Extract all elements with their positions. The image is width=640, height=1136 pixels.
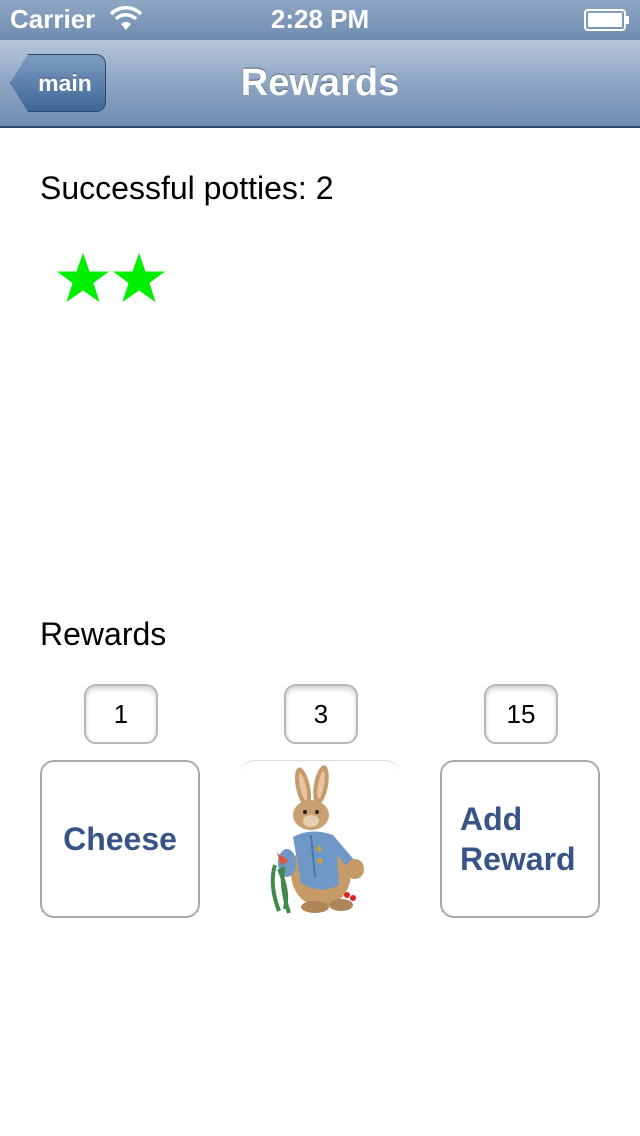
page-title: Rewards	[240, 62, 400, 104]
add-reward-button[interactable]: Add Reward	[440, 760, 600, 918]
successful-potties-label: Successful potties: 2	[40, 170, 334, 206]
star-icon	[57, 253, 109, 302]
battery-icon	[584, 9, 629, 31]
reward-bunny-button[interactable]	[240, 760, 400, 918]
stars-row	[56, 248, 166, 314]
rewards-heading: Rewards	[40, 616, 167, 652]
reward-cheese-button[interactable]: Cheese	[40, 760, 200, 918]
navigation-bar: main Rewards	[0, 40, 640, 128]
status-time: 2:28 PM	[270, 4, 370, 34]
reward-count-bunny[interactable]: 3	[284, 684, 358, 744]
reward-count-add[interactable]: 15	[484, 684, 558, 744]
status-bar: Carrier 2:28 PM	[0, 0, 640, 40]
reward-count-cheese[interactable]: 1	[84, 684, 158, 744]
star-icon	[113, 253, 165, 302]
stuffed-bunny-image	[270, 764, 364, 914]
